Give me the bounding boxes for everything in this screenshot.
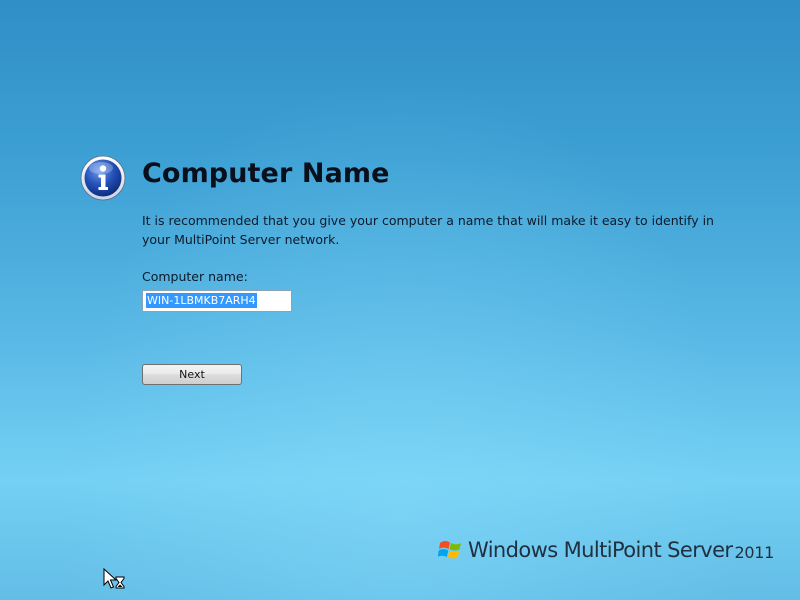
windows-flag-icon bbox=[438, 541, 461, 559]
busy-pointer-icon bbox=[103, 567, 127, 592]
brand-name: Windows MultiPoint Server bbox=[468, 538, 733, 562]
product-branding: Windows MultiPoint Server 2011 bbox=[438, 534, 774, 566]
computer-name-label: Computer name: bbox=[142, 269, 248, 284]
page-description: It is recommended that you give your com… bbox=[142, 213, 714, 247]
background-glow bbox=[0, 0, 800, 600]
next-button[interactable]: Next bbox=[142, 364, 242, 385]
computer-name-input[interactable]: WIN-1LBMKB7ARH4 bbox=[142, 290, 292, 312]
page-title: Computer Name bbox=[142, 158, 390, 189]
brand-year: 2011 bbox=[734, 542, 774, 562]
info-icon bbox=[80, 155, 126, 201]
computer-name-value: WIN-1LBMKB7ARH4 bbox=[146, 293, 257, 308]
